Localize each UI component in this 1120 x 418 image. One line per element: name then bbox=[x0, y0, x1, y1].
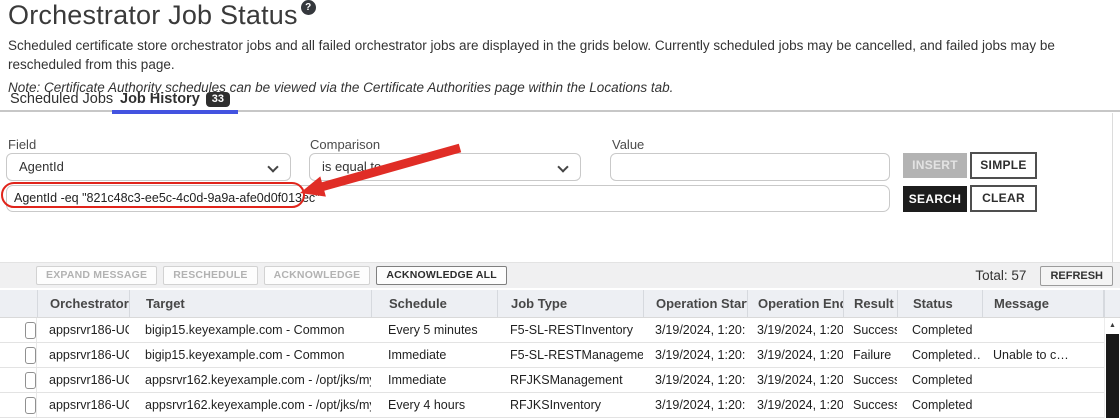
cell-operation-start: 3/19/2024, 1:20:… bbox=[643, 343, 747, 367]
value-label: Value bbox=[612, 137, 644, 152]
tab-job-history-label: Job History bbox=[120, 91, 200, 107]
cell-status: Completed bbox=[897, 318, 982, 342]
column-header-target[interactable]: Target bbox=[129, 290, 371, 317]
cell-operation-start: 3/19/2024, 1:20:… bbox=[643, 393, 747, 417]
comparison-select-value: is equal to bbox=[322, 159, 381, 174]
table-row: appsrvr186-UO-1 bigip15.keyexample.com -… bbox=[0, 343, 1104, 368]
cell-operation-start: 3/19/2024, 1:20:… bbox=[643, 318, 747, 342]
job-history-grid: EXPAND MESSAGE RESCHEDULE ACKNOWLEDGE AC… bbox=[0, 262, 1120, 418]
cell-orchestrator: appsrvr186-UO-1 bbox=[37, 318, 129, 342]
header-checkbox-cell bbox=[0, 290, 37, 317]
column-header-operation-end[interactable]: Operation End bbox=[747, 290, 843, 317]
cell-job-type: RFJKSManagement bbox=[497, 368, 643, 392]
cell-orchestrator: appsrvr186-UO-1 bbox=[37, 343, 129, 367]
table-row: appsrvr186-UO-1 appsrvr162.keyexample.co… bbox=[0, 393, 1104, 418]
column-header-result[interactable]: Result bbox=[843, 290, 897, 317]
column-header-schedule[interactable]: Schedule bbox=[371, 290, 497, 317]
refresh-button[interactable]: REFRESH bbox=[1040, 266, 1113, 286]
acknowledge-all-button[interactable]: ACKNOWLEDGE ALL bbox=[376, 266, 507, 285]
column-header-message[interactable]: Message bbox=[982, 290, 1104, 317]
row-checkbox-cell bbox=[0, 343, 37, 367]
cell-message bbox=[982, 393, 1104, 417]
cell-operation-end: 3/19/2024, 1:20… bbox=[747, 393, 843, 417]
page-title: Orchestrator Job Status? bbox=[8, 0, 316, 31]
table-row: appsrvr186-UO-1 bigip15.keyexample.com -… bbox=[0, 318, 1104, 343]
comparison-select[interactable]: is equal to bbox=[309, 153, 581, 181]
cell-orchestrator: appsrvr186-UO-1 bbox=[37, 368, 129, 392]
header-filler-cell bbox=[1104, 290, 1120, 317]
cell-target: appsrvr162.keyexample.com - /opt/jks/mys… bbox=[129, 393, 371, 417]
cell-target: appsrvr162.keyexample.com - /opt/jks/mys… bbox=[129, 368, 371, 392]
search-button[interactable]: SEARCH bbox=[903, 186, 967, 212]
cell-schedule: Immediate bbox=[371, 368, 497, 392]
cell-result: Success bbox=[843, 393, 897, 417]
comparison-label: Comparison bbox=[310, 137, 380, 152]
column-header-operation-start[interactable]: Operation Start bbox=[643, 290, 747, 317]
cell-orchestrator: appsrvr186-UO-1 bbox=[37, 393, 129, 417]
row-checkbox-cell bbox=[0, 368, 37, 392]
column-header-status[interactable]: Status bbox=[897, 290, 982, 317]
grid-body: appsrvr186-UO-1 bigip15.keyexample.com -… bbox=[0, 318, 1104, 418]
vertical-scrollbar[interactable]: ▲ bbox=[1104, 318, 1120, 418]
cell-job-type: F5-SL-RESTManagement bbox=[497, 343, 643, 367]
row-checkbox-cell bbox=[0, 393, 37, 417]
page-description: Scheduled certificate store orchestrator… bbox=[8, 36, 1106, 74]
cell-job-type: F5-SL-RESTInventory bbox=[497, 318, 643, 342]
scroll-up-icon[interactable]: ▲ bbox=[1105, 319, 1120, 332]
field-label: Field bbox=[8, 137, 36, 152]
cell-operation-end: 3/19/2024, 1:20… bbox=[747, 318, 843, 342]
orchestrator-job-status-page: Orchestrator Job Status? Scheduled certi… bbox=[0, 0, 1120, 418]
cell-operation-end: 3/19/2024, 1:20… bbox=[747, 343, 843, 367]
cell-status: Completed… bbox=[897, 343, 982, 367]
cell-message: Unable to c… bbox=[982, 343, 1104, 367]
cell-target: bigip15.keyexample.com - Common bbox=[129, 343, 371, 367]
expand-message-button[interactable]: EXPAND MESSAGE bbox=[36, 266, 157, 285]
cell-operation-start: 3/19/2024, 1:20:… bbox=[643, 368, 747, 392]
chevron-down-icon bbox=[557, 161, 568, 172]
job-history-count-badge: 33 bbox=[206, 92, 230, 107]
help-icon[interactable]: ? bbox=[301, 0, 316, 15]
cell-operation-end: 3/19/2024, 1:20… bbox=[747, 368, 843, 392]
value-input[interactable] bbox=[610, 153, 890, 181]
tab-job-history[interactable]: Job History 33 bbox=[112, 91, 238, 107]
tab-bar: Scheduled Jobs Job History 33 bbox=[0, 93, 1120, 112]
row-checkbox[interactable] bbox=[25, 372, 36, 389]
clear-button[interactable]: CLEAR bbox=[970, 185, 1037, 212]
chevron-down-icon bbox=[267, 161, 278, 172]
table-row: appsrvr186-UO-1 appsrvr162.keyexample.co… bbox=[0, 368, 1104, 393]
row-checkbox[interactable] bbox=[25, 347, 36, 364]
annotation-oval bbox=[1, 182, 305, 208]
column-header-job-type[interactable]: Job Type bbox=[497, 290, 643, 317]
cell-status: Completed bbox=[897, 368, 982, 392]
scrollbar-thumb[interactable] bbox=[1106, 334, 1119, 418]
cell-message bbox=[982, 318, 1104, 342]
grid-header-row: Orchestrator Target Schedule Job Type Op… bbox=[0, 290, 1120, 318]
grid-toolbar: EXPAND MESSAGE RESCHEDULE ACKNOWLEDGE AC… bbox=[0, 262, 1120, 288]
column-header-orchestrator[interactable]: Orchestrator bbox=[37, 290, 129, 317]
panel-right-border bbox=[1112, 113, 1113, 262]
acknowledge-button[interactable]: ACKNOWLEDGE bbox=[264, 266, 371, 285]
cell-result: Failure bbox=[843, 343, 897, 367]
cell-schedule: Immediate bbox=[371, 343, 497, 367]
cell-job-type: RFJKSInventory bbox=[497, 393, 643, 417]
insert-button[interactable]: INSERT bbox=[903, 153, 967, 178]
grid-total-count: Total: 57 bbox=[975, 268, 1026, 283]
row-checkbox[interactable] bbox=[25, 322, 36, 339]
row-checkbox-cell bbox=[0, 318, 37, 342]
cell-schedule: Every 4 hours bbox=[371, 393, 497, 417]
search-filter-panel: Field AgentId Comparison is equal to Val… bbox=[0, 113, 1120, 262]
cell-result: Success bbox=[843, 368, 897, 392]
cell-target: bigip15.keyexample.com - Common bbox=[129, 318, 371, 342]
cell-status: Completed bbox=[897, 393, 982, 417]
cell-message bbox=[982, 368, 1104, 392]
tab-scheduled-jobs[interactable]: Scheduled Jobs bbox=[10, 91, 113, 107]
row-checkbox[interactable] bbox=[25, 397, 36, 414]
cell-result: Success bbox=[843, 318, 897, 342]
reschedule-button[interactable]: RESCHEDULE bbox=[163, 266, 257, 285]
simple-button[interactable]: SIMPLE bbox=[970, 152, 1037, 179]
field-select[interactable]: AgentId bbox=[6, 153, 291, 181]
cell-schedule: Every 5 minutes bbox=[371, 318, 497, 342]
field-select-value: AgentId bbox=[19, 159, 64, 174]
page-title-text: Orchestrator Job Status bbox=[8, 0, 298, 30]
